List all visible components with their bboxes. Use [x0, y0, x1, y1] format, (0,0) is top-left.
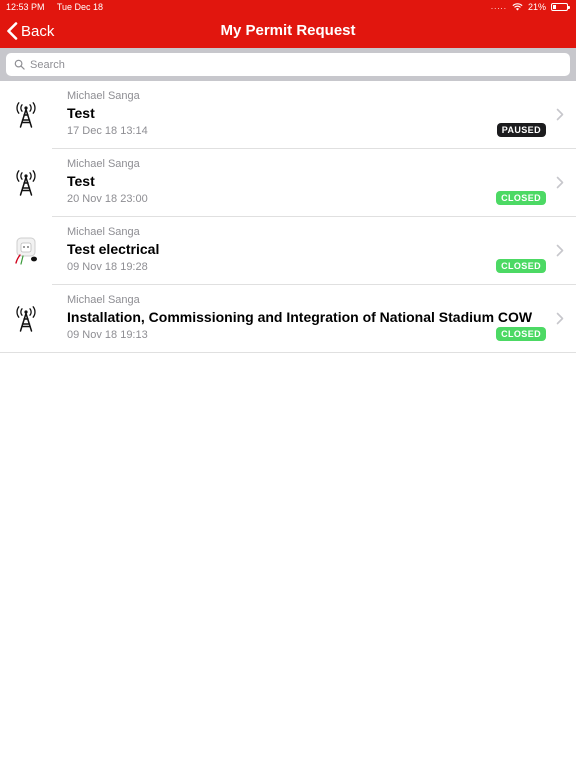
search-icon — [14, 59, 25, 70]
chevron-right-icon — [556, 312, 564, 325]
signal-dots: ..... — [490, 2, 507, 11]
permit-title: Test — [67, 105, 95, 121]
chevron-right-icon — [556, 176, 564, 189]
battery-percent: 21% — [527, 2, 546, 12]
permit-author: Michael Sanga — [67, 158, 140, 170]
permit-row[interactable]: Michael Sanga Test 17 Dec 18 13:14 PAUSED — [0, 81, 576, 149]
permit-title: Installation, Commissioning and Integrat… — [67, 309, 533, 325]
antenna-tower-icon — [16, 170, 36, 196]
battery-icon — [551, 3, 570, 11]
status-badge: CLOSED — [496, 327, 546, 341]
permit-list: Michael Sanga Test 17 Dec 18 13:14 PAUSED Mi… — [0, 81, 576, 353]
permit-row[interactable]: Michael Sanga Test electrical 09 Nov 18 19… — [0, 217, 576, 285]
permit-author: Michael Sanga — [67, 294, 140, 306]
permit-row[interactable]: Michael Sanga Test 20 Nov 18 23:00 CLOSED — [0, 149, 576, 217]
battery-level — [553, 5, 557, 9]
status-bar: 12:53 PM Tue Dec 18 ..... 21% — [0, 0, 576, 14]
permit-date: 09 Nov 18 19:28 — [67, 261, 148, 273]
search-field[interactable] — [6, 53, 570, 76]
permit-title: Test electrical — [67, 241, 160, 257]
status-badge: CLOSED — [496, 191, 546, 205]
search-input[interactable] — [30, 58, 530, 71]
chevron-right-icon — [556, 108, 564, 121]
status-date: Tue Dec 18 — [56, 2, 104, 12]
permit-date: 20 Nov 18 23:00 — [67, 193, 148, 205]
permit-date: 17 Dec 18 13:14 — [67, 125, 148, 137]
search-bar — [0, 48, 576, 81]
antenna-tower-icon — [16, 306, 36, 332]
permit-author: Michael Sanga — [67, 226, 140, 238]
status-time: 12:53 PM — [6, 2, 45, 12]
header: 12:53 PM Tue Dec 18 ..... 21% Back My Pe… — [0, 0, 576, 48]
wifi-icon — [512, 3, 523, 11]
status-badge: CLOSED — [496, 259, 546, 273]
permit-row[interactable]: Michael Sanga Installation, Commissioning… — [0, 285, 576, 353]
antenna-tower-icon — [16, 102, 36, 128]
page-title: My Permit Request — [220, 22, 356, 39]
status-badge: PAUSED — [496, 123, 546, 137]
permit-title: Test — [67, 173, 95, 189]
electrical-plug-icon — [15, 237, 37, 265]
navigation-bar: Back My Permit Request — [0, 14, 576, 48]
chevron-right-icon — [556, 244, 564, 257]
permit-date: 09 Nov 18 19:13 — [67, 329, 148, 341]
permit-author: Michael Sanga — [67, 90, 140, 102]
row-divider — [0, 352, 576, 353]
